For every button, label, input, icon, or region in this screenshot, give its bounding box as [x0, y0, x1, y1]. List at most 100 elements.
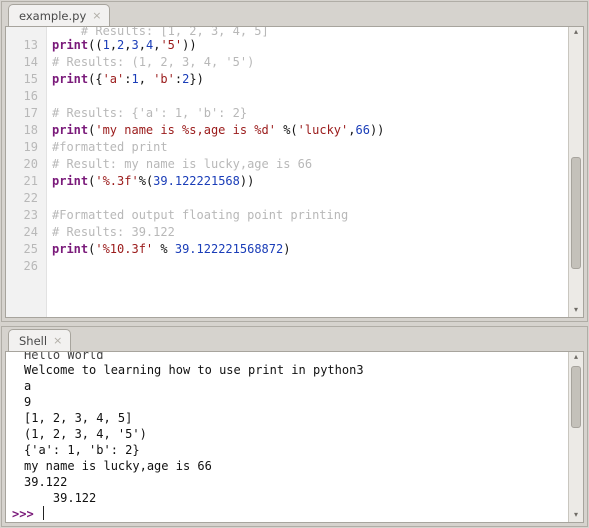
editor-gutter: 1314151617181920212223242526 — [6, 27, 47, 317]
shell-output-line: my name is lucky,age is 66 — [24, 458, 563, 474]
code-area[interactable]: # Results: [1, 2, 3, 4, 5]print((1,2,3,4… — [46, 27, 569, 317]
editor-scrollbar[interactable]: ▴ ▾ — [568, 27, 583, 317]
code-line[interactable]: print('my name is %s,age is %d' %('lucky… — [52, 122, 563, 139]
shell-tab[interactable]: Shell × — [8, 329, 71, 351]
code-line[interactable] — [52, 258, 563, 275]
code-token: print — [52, 72, 88, 86]
code-token: print — [52, 123, 88, 137]
code-token: , — [110, 38, 117, 52]
line-number: 25 — [6, 241, 46, 258]
line-number: 16 — [6, 88, 46, 105]
code-token: : — [124, 72, 131, 86]
shell-scrollbar[interactable]: ▴ ▾ — [568, 352, 583, 522]
code-token: 'a' — [103, 72, 125, 86]
code-token: #formatted print — [52, 140, 168, 154]
code-token: )) — [182, 38, 196, 52]
close-icon[interactable]: × — [53, 335, 62, 346]
code-token: 39.122221568 — [153, 174, 240, 188]
code-token: )) — [240, 174, 254, 188]
code-token: %( — [139, 174, 153, 188]
code-token: , — [139, 38, 146, 52]
code-token: 1 — [132, 72, 139, 86]
code-token: 'b' — [153, 72, 175, 86]
code-line[interactable] — [52, 190, 563, 207]
code-token: ({ — [88, 72, 102, 86]
code-token: 'my name is %s,age is %d' — [95, 123, 276, 137]
shell-area[interactable]: Hello WorldWelcome to learning how to us… — [6, 352, 569, 522]
code-token: '%.3f' — [95, 174, 138, 188]
code-token: , — [124, 38, 131, 52]
code-line[interactable] — [52, 88, 563, 105]
scroll-up-icon[interactable]: ▴ — [569, 352, 583, 364]
close-icon[interactable]: × — [92, 10, 101, 21]
editor-tab-example[interactable]: example.py × — [8, 4, 110, 26]
shell-output-line: {'a': 1, 'b': 2} — [24, 442, 563, 458]
code-line[interactable]: print({'a':1, 'b':2}) — [52, 71, 563, 88]
code-line[interactable]: # Results: (1, 2, 3, 4, '5') — [52, 54, 563, 71]
code-line[interactable]: # Results: 39.122 — [52, 224, 563, 241]
line-number: 14 — [6, 54, 46, 71]
code-line[interactable]: print('%.3f'%(39.122221568)) — [52, 173, 563, 190]
shell-scroll-thumb[interactable] — [571, 366, 581, 428]
shell-tab-label: Shell — [19, 334, 47, 348]
shell-pane: Shell × Hello WorldWelcome to learning h… — [1, 326, 588, 527]
line-number: 24 — [6, 224, 46, 241]
editor-tab-label: example.py — [19, 9, 86, 23]
code-token: print — [52, 174, 88, 188]
code-token: )) — [370, 123, 384, 137]
shell-line-cut: Hello World — [24, 352, 563, 362]
code-token: '5' — [160, 38, 182, 52]
code-token: ) — [283, 242, 290, 256]
code-line[interactable]: print((1,2,3,4,'5')) — [52, 37, 563, 54]
shell-output-line: 9 — [24, 394, 563, 410]
code-line[interactable]: #formatted print — [52, 139, 563, 156]
shell-tab-bar: Shell × — [2, 327, 587, 351]
code-line[interactable]: print('%10.3f' % 39.122221568872) — [52, 241, 563, 258]
line-number: 18 — [6, 122, 46, 139]
shell-prompt-line[interactable]: >>> — [12, 506, 563, 522]
line-number: 21 — [6, 173, 46, 190]
code-token: # Results: (1, 2, 3, 4, '5') — [52, 55, 254, 69]
cursor-icon — [43, 506, 45, 520]
code-token: 1 — [103, 38, 110, 52]
shell-prompt: >>> — [12, 507, 41, 521]
code-token: print — [52, 242, 88, 256]
code-line-cut: # Results: [1, 2, 3, 4, 5] — [52, 27, 563, 37]
code-token: # Results: {'a': 1, 'b': 2} — [52, 106, 247, 120]
shell-output-line: 39.122 — [24, 490, 563, 506]
editor-scroll-thumb[interactable] — [571, 157, 581, 269]
scroll-up-icon[interactable]: ▴ — [569, 27, 583, 39]
code-token: # Result: my name is lucky,age is 66 — [52, 157, 312, 171]
scroll-down-icon[interactable]: ▾ — [569, 305, 583, 317]
code-token: # Results: 39.122 — [52, 225, 175, 239]
shell-output-line: a — [24, 378, 563, 394]
code-token: '%10.3f' — [95, 242, 153, 256]
scroll-down-icon[interactable]: ▾ — [569, 510, 583, 522]
code-token: %( — [276, 123, 298, 137]
shell-output-line: 39.122 — [24, 474, 563, 490]
code-token: }) — [189, 72, 203, 86]
line-number: 17 — [6, 105, 46, 122]
code-token: % — [153, 242, 175, 256]
shell-output-line: [1, 2, 3, 4, 5] — [24, 410, 563, 426]
code-line[interactable]: #Formatted output floating point printin… — [52, 207, 563, 224]
editor-content: 1314151617181920212223242526 # Results: … — [5, 26, 584, 318]
line-number: 13 — [6, 37, 46, 54]
code-token: 'lucky' — [298, 123, 349, 137]
line-number: 23 — [6, 207, 46, 224]
shell-output-line: (1, 2, 3, 4, '5') — [24, 426, 563, 442]
editor-tab-bar: example.py × — [2, 2, 587, 26]
code-line[interactable]: # Result: my name is lucky,age is 66 — [52, 156, 563, 173]
code-token: 3 — [132, 38, 139, 52]
editor-pane: example.py × 131415161718192021222324252… — [1, 1, 588, 322]
line-number: 15 — [6, 71, 46, 88]
shell-content: Hello WorldWelcome to learning how to us… — [5, 351, 584, 523]
code-token: #Formatted output floating point printin… — [52, 208, 348, 222]
line-number: 26 — [6, 258, 46, 275]
code-token: 39.122221568872 — [175, 242, 283, 256]
code-token: , — [139, 72, 153, 86]
line-number: 19 — [6, 139, 46, 156]
code-line[interactable]: # Results: {'a': 1, 'b': 2} — [52, 105, 563, 122]
shell-output-line: Welcome to learning how to use print in … — [24, 362, 563, 378]
code-token: print — [52, 38, 88, 52]
